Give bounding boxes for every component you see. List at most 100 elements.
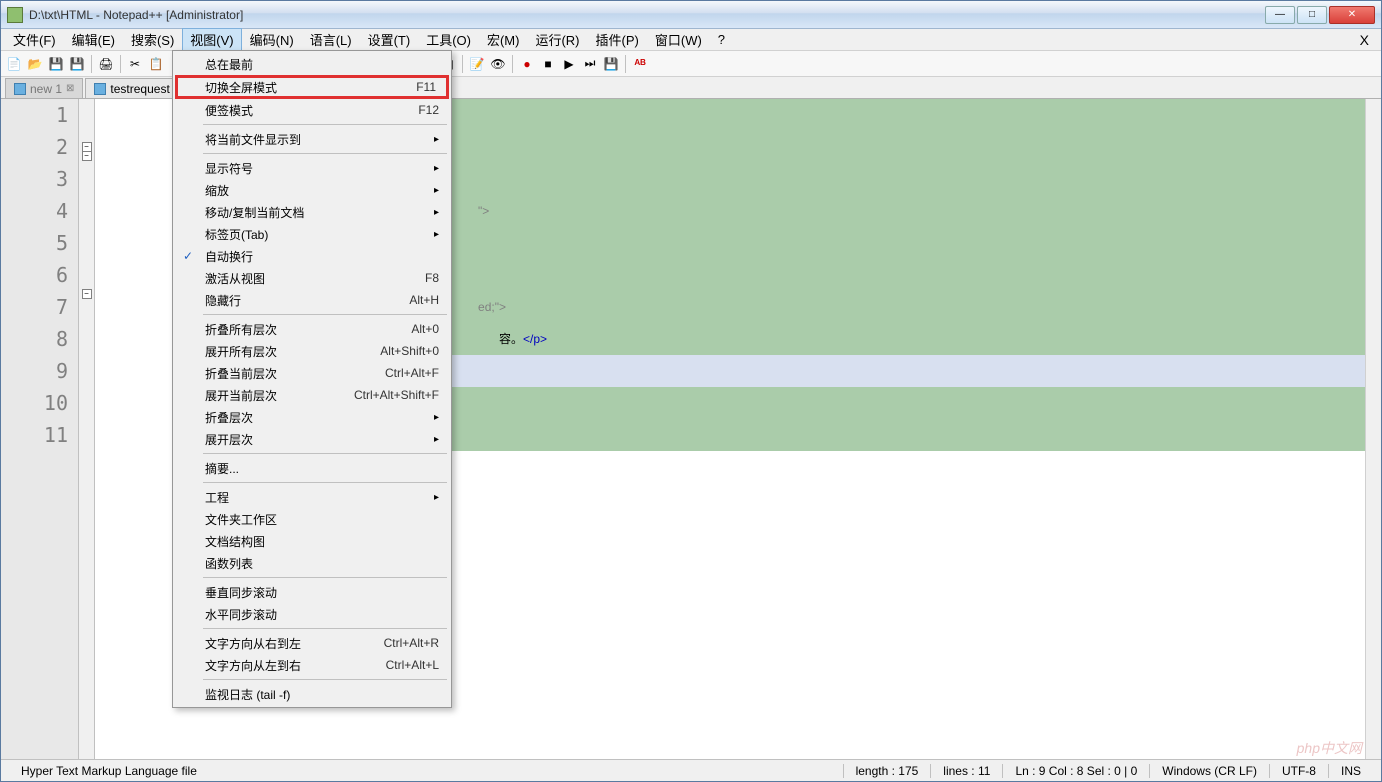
menu-item--tail-f-[interactable]: 监视日志 (tail -f) bbox=[175, 683, 449, 705]
save-macro-icon[interactable]: 💾 bbox=[602, 55, 620, 73]
menu-item-label: 缩放 bbox=[205, 182, 229, 199]
menu-item--[interactable]: 水平同步滚动 bbox=[175, 603, 449, 625]
menu-item-label: 水平同步滚动 bbox=[205, 606, 277, 623]
menu-item--[interactable]: 文档结构图 bbox=[175, 530, 449, 552]
menu-shortcut: Ctrl+Alt+Shift+F bbox=[354, 388, 439, 402]
menu-window[interactable]: 窗口(W) bbox=[647, 28, 710, 51]
hide-lines-icon[interactable]: 👁 bbox=[489, 55, 507, 73]
menu-item--[interactable]: 垂直同步滚动 bbox=[175, 581, 449, 603]
vertical-scrollbar[interactable] bbox=[1365, 99, 1381, 759]
menu-item--[interactable]: 总在最前 bbox=[175, 53, 449, 75]
status-eol[interactable]: Windows (CR LF) bbox=[1149, 764, 1269, 778]
menu-language[interactable]: 语言(L) bbox=[302, 28, 360, 51]
menu-item-label: 总在最前 bbox=[205, 56, 253, 73]
menu-item--[interactable]: 折叠当前层次Ctrl+Alt+F bbox=[175, 362, 449, 384]
play-macro-icon[interactable]: ▶ bbox=[560, 55, 578, 73]
menu-item-label: 文档结构图 bbox=[205, 533, 265, 550]
status-encoding[interactable]: UTF-8 bbox=[1269, 764, 1328, 778]
menu-item--[interactable]: 展开所有层次Alt+Shift+0 bbox=[175, 340, 449, 362]
menu-help[interactable]: ? bbox=[710, 30, 733, 49]
fold-toggle-icon[interactable] bbox=[82, 151, 92, 161]
save-icon[interactable]: 💾 bbox=[47, 55, 65, 73]
menu-item-label: 展开当前层次 bbox=[205, 387, 277, 404]
line-number: 7 bbox=[1, 291, 78, 323]
stop-macro-icon[interactable]: ■ bbox=[539, 55, 557, 73]
close-button[interactable]: ✕ bbox=[1329, 6, 1375, 24]
open-file-icon[interactable]: 📂 bbox=[26, 55, 44, 73]
menu-plugins[interactable]: 插件(P) bbox=[588, 28, 647, 51]
menu-run[interactable]: 运行(R) bbox=[527, 28, 587, 51]
spellcheck-icon[interactable]: ᴬᴮ bbox=[631, 55, 649, 73]
record-macro-icon[interactable]: ● bbox=[518, 55, 536, 73]
menu-view[interactable]: 视图(V) bbox=[182, 28, 241, 51]
code-text: ed;"> bbox=[478, 300, 506, 314]
cut-icon[interactable]: ✂ bbox=[126, 55, 144, 73]
menu-item-label: 自动换行 bbox=[205, 248, 253, 265]
menu-item--[interactable]: 文字方向从右到左Ctrl+Alt+R bbox=[175, 632, 449, 654]
menu-settings[interactable]: 设置(T) bbox=[360, 28, 419, 51]
menu-item--[interactable]: 函数列表 bbox=[175, 552, 449, 574]
window-controls: — □ ✕ bbox=[1265, 6, 1375, 24]
menu-item-label: 文字方向从右到左 bbox=[205, 635, 301, 652]
menu-item--[interactable]: 文件夹工作区 bbox=[175, 508, 449, 530]
menu-shortcut: Alt+0 bbox=[411, 322, 439, 336]
menu-item--[interactable]: 缩放 ▸ bbox=[175, 179, 449, 201]
app-icon bbox=[7, 7, 23, 23]
code-text: 容。 bbox=[499, 332, 523, 346]
new-file-icon[interactable]: 📄 bbox=[5, 55, 23, 73]
tab-close-icon[interactable]: ⊠ bbox=[66, 83, 74, 94]
menu-file[interactable]: 文件(F) bbox=[5, 28, 64, 51]
maximize-button[interactable]: □ bbox=[1297, 6, 1327, 24]
menu-item-label: 移动/复制当前文档 bbox=[205, 204, 304, 221]
toolbar-separator bbox=[625, 55, 626, 73]
menu-item--[interactable]: 摘要... bbox=[175, 457, 449, 479]
fold-column[interactable] bbox=[79, 99, 95, 759]
print-icon[interactable]: 🖨 bbox=[97, 55, 115, 73]
menu-item-label: 折叠所有层次 bbox=[205, 321, 277, 338]
tab-label: new 1 bbox=[30, 82, 62, 96]
menu-separator bbox=[203, 124, 447, 125]
titlebar[interactable]: D:\txt\HTML - Notepad++ [Administrator] … bbox=[1, 1, 1381, 29]
menu-item--[interactable]: 将当前文件显示到▸ bbox=[175, 128, 449, 150]
menu-item--[interactable]: 隐藏行Alt+H bbox=[175, 289, 449, 311]
menu-separator bbox=[203, 153, 447, 154]
menu-item--[interactable]: 显示符号▸ bbox=[175, 157, 449, 179]
play-multi-macro-icon[interactable]: ⏭ bbox=[581, 55, 599, 73]
menu-encoding[interactable]: 编码(N) bbox=[242, 28, 302, 51]
comment-icon[interactable]: 📝 bbox=[468, 55, 486, 73]
line-number: 2 bbox=[1, 131, 78, 163]
save-all-icon[interactable]: 💾 bbox=[68, 55, 86, 73]
status-insert-mode[interactable]: INS bbox=[1328, 764, 1373, 778]
menu-item--[interactable]: 移动/复制当前文档▸ bbox=[175, 201, 449, 223]
menu-item--[interactable]: 折叠所有层次 Alt+0 bbox=[175, 318, 449, 340]
menu-item--[interactable]: 切换全屏模式F11 bbox=[175, 75, 449, 99]
fold-toggle-icon[interactable] bbox=[82, 289, 92, 299]
menu-item-label: 激活从视图 bbox=[205, 270, 265, 287]
menu-separator bbox=[203, 679, 447, 680]
menu-item-label: 函数列表 bbox=[205, 555, 253, 572]
menu-item--[interactable]: 工程▸ bbox=[175, 486, 449, 508]
menu-item-label: 切换全屏模式 bbox=[205, 79, 277, 96]
menu-macro[interactable]: 宏(M) bbox=[479, 28, 528, 51]
menu-item--[interactable]: 展开当前层次 Ctrl+Alt+Shift+F bbox=[175, 384, 449, 406]
menu-search[interactable]: 搜索(S) bbox=[123, 28, 182, 51]
copy-icon[interactable]: 📋 bbox=[147, 55, 165, 73]
submenu-arrow-icon: ▸ bbox=[434, 434, 439, 445]
menu-item-label: 监视日志 (tail -f) bbox=[205, 686, 290, 703]
menu-item--[interactable]: 展开层次▸ bbox=[175, 428, 449, 450]
menubar-close-doc[interactable]: X bbox=[1352, 32, 1377, 48]
minimize-button[interactable]: — bbox=[1265, 6, 1295, 24]
menu-edit[interactable]: 编辑(E) bbox=[64, 28, 123, 51]
menu-tools[interactable]: 工具(O) bbox=[418, 28, 479, 51]
check-icon: ✓ bbox=[183, 249, 193, 263]
menu-item--[interactable]: 激活从视图F8 bbox=[175, 267, 449, 289]
menu-item--Tab-[interactable]: 标签页(Tab)▸ bbox=[175, 223, 449, 245]
menu-item--[interactable]: 便签模式F12 bbox=[175, 99, 449, 121]
line-number: 3 bbox=[1, 163, 78, 195]
file-icon bbox=[14, 83, 26, 95]
menu-item--[interactable]: 文字方向从左到右Ctrl+Alt+L bbox=[175, 654, 449, 676]
tab-new-1[interactable]: new 1 ⊠ bbox=[5, 78, 83, 98]
menu-item--[interactable]: ✓ 自动换行 bbox=[175, 245, 449, 267]
menu-item--[interactable]: 折叠层次▸ bbox=[175, 406, 449, 428]
submenu-arrow-icon: ▸ bbox=[434, 185, 439, 196]
